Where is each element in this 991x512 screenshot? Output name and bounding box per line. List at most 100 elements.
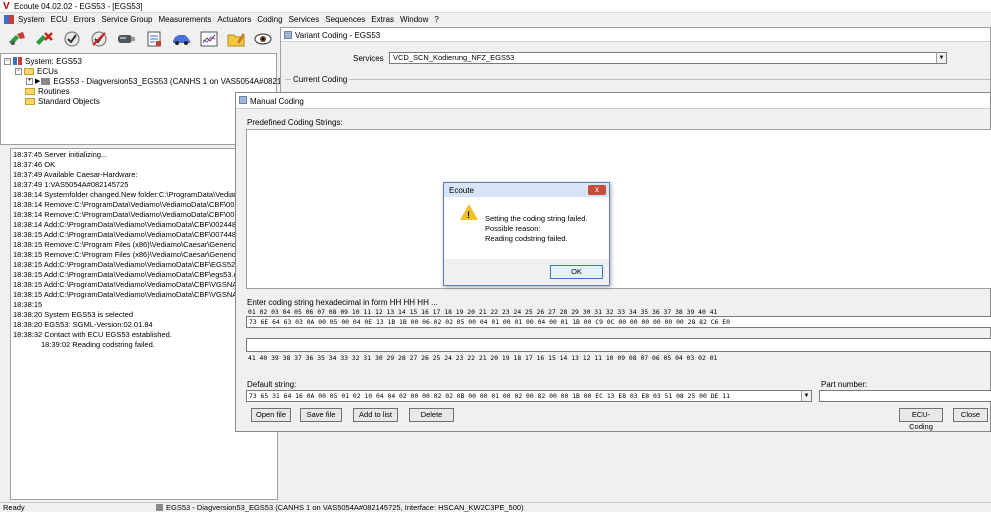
tree-item-routines[interactable]: Routines bbox=[25, 86, 70, 96]
predefined-coding-list[interactable] bbox=[246, 129, 991, 289]
part-number-label: Part number: bbox=[821, 380, 868, 389]
folder-icon bbox=[24, 67, 34, 75]
eye-icon[interactable] bbox=[253, 28, 274, 50]
manual-coding-title: Manual Coding bbox=[250, 97, 304, 106]
services-select[interactable]: VCD_SCN_Kodierung_NFZ_EGS53 ▼ bbox=[389, 52, 947, 64]
ecu-play-icon: ▶ bbox=[35, 78, 41, 85]
menu-extras[interactable]: Extras bbox=[371, 15, 394, 24]
no-check-icon[interactable] bbox=[88, 28, 109, 50]
log-line: 18:38:15 bbox=[13, 300, 43, 309]
delete-button[interactable]: Delete bbox=[409, 408, 454, 422]
coding-index-row: 01 02 03 04 05 06 07 08 09 10 11 12 13 1… bbox=[248, 308, 718, 316]
ecu-status-icon bbox=[156, 504, 163, 511]
log-line: 18:39:02 Reading codstring failed. bbox=[41, 340, 155, 349]
ecu-icon bbox=[41, 77, 51, 85]
add-to-list-button[interactable]: Add to list bbox=[353, 408, 398, 422]
tree-item-routines-label: Routines bbox=[38, 86, 70, 96]
folder-icon bbox=[25, 87, 35, 95]
menu-sequences[interactable]: Sequences bbox=[325, 15, 365, 24]
tree-item-ecus-label: ECUs bbox=[37, 66, 58, 76]
chart-icon[interactable] bbox=[198, 28, 219, 50]
ecu-coding-button[interactable]: ECU-Coding bbox=[899, 408, 943, 431]
expand-icon[interactable]: + bbox=[26, 77, 33, 85]
system-menu-icon[interactable] bbox=[4, 14, 14, 24]
dialog-message-line3: Reading codstring failed. bbox=[485, 234, 568, 243]
current-coding-label: Current Coding bbox=[291, 75, 350, 84]
menu-bar: System ECU Errors Service Group Measurem… bbox=[0, 13, 991, 25]
toolbar bbox=[0, 25, 280, 53]
log-line: 18:38:14 Remove:C:\ProgramData\Vediamo\V… bbox=[13, 200, 247, 209]
car-icon[interactable] bbox=[170, 28, 191, 50]
tree-item-objects-label: Standard Objects bbox=[38, 96, 100, 106]
default-string-value: 73 65 31 64 16 0A 00 05 01 02 10 04 04 0… bbox=[249, 392, 730, 400]
warning-icon-mark: ! bbox=[467, 210, 470, 220]
dialog-close-button[interactable]: x bbox=[588, 185, 606, 195]
status-connection-info: EGS53 - Diagversion53_EGS53 (CANHS 1 on … bbox=[166, 503, 524, 512]
collapse-icon[interactable]: − bbox=[15, 67, 22, 75]
log-line: 18:38:14 Systemfolder changed.New folder… bbox=[13, 190, 245, 199]
title-bar: V Ecoute 04.02.02 - EGS53 - [EGS53] bbox=[0, 0, 991, 13]
coding-string-input[interactable]: 73 6E 64 63 03 0A 00 05 00 04 0E 13 1B 1… bbox=[246, 316, 991, 328]
menu-measurements[interactable]: Measurements bbox=[158, 15, 211, 24]
status-ready: Ready bbox=[3, 503, 25, 512]
menu-service-group[interactable]: Service Group bbox=[101, 15, 152, 24]
coding-string-secondary-input[interactable] bbox=[246, 338, 991, 352]
log-line: 18:38:15 Remove:C:\Program Files (x86)\V… bbox=[13, 250, 248, 259]
log-line: 18:38:15 Add:C:\ProgramData\Vediamo\Vedi… bbox=[13, 260, 248, 269]
manual-coding-window: Manual Coding Predefined Coding Strings:… bbox=[235, 92, 991, 432]
tree-item-system[interactable]: − System: EGS53 bbox=[4, 56, 82, 66]
services-label: Services bbox=[353, 54, 384, 63]
menu-ecu[interactable]: ECU bbox=[51, 15, 68, 24]
connect-icon[interactable] bbox=[6, 28, 27, 50]
part-number-input[interactable] bbox=[819, 390, 991, 402]
tree-item-standard-objects[interactable]: Standard Objects bbox=[25, 96, 100, 106]
services-value: VCD_SCN_Kodierung_NFZ_EGS53 bbox=[393, 53, 515, 62]
log-line: 18:38:32 Contact with ECU EGS53 establis… bbox=[13, 330, 172, 339]
default-string-select[interactable]: 73 65 31 64 16 0A 00 05 01 02 10 04 04 0… bbox=[246, 390, 812, 402]
menu-system[interactable]: System bbox=[18, 15, 45, 24]
window-icon bbox=[239, 96, 247, 104]
tree-item-ecus[interactable]: − ECUs bbox=[15, 66, 58, 76]
menu-services[interactable]: Services bbox=[289, 15, 320, 24]
log-line: 18:38:15 Add:C:\ProgramData\Vediamo\Vedi… bbox=[13, 270, 244, 279]
menu-errors[interactable]: Errors bbox=[74, 15, 96, 24]
menu-help[interactable]: ? bbox=[434, 15, 438, 24]
usb-device-icon[interactable] bbox=[116, 28, 137, 50]
window-icon bbox=[284, 31, 292, 39]
folder-edit-icon[interactable] bbox=[225, 28, 246, 50]
menu-actuators[interactable]: Actuators bbox=[217, 15, 251, 24]
variant-coding-titlebar[interactable]: Variant Coding - EGS53 bbox=[281, 28, 990, 42]
save-file-button[interactable]: Save file bbox=[300, 408, 342, 422]
open-file-button[interactable]: Open file bbox=[251, 408, 291, 422]
predefined-label: Predefined Coding Strings: bbox=[247, 118, 343, 127]
enter-coding-label: Enter coding string hexadecimal in form … bbox=[247, 298, 438, 307]
status-bar: Ready EGS53 - Diagversion53_EGS53 (CANHS… bbox=[0, 502, 991, 512]
log-line: 18:37:49 Available Caesar-Hardware: bbox=[13, 170, 138, 179]
log-line: 18:38:15 Remove:C:\Program Files (x86)\V… bbox=[13, 240, 248, 249]
tree-item-ecu[interactable]: + ▶ EGS53 - Diagversion53_EGS53 (CANHS 1… bbox=[26, 76, 306, 86]
report-icon[interactable] bbox=[143, 28, 164, 50]
ok-button[interactable]: OK bbox=[550, 265, 603, 279]
log-line: 18:38:14 Add:C:\ProgramData\Vediamo\Vedi… bbox=[13, 220, 245, 229]
disconnect-icon[interactable] bbox=[33, 28, 54, 50]
log-line: 18:38:20 System EGS53 is selected bbox=[13, 310, 134, 319]
tree-item-ecu-label: EGS53 - Diagversion53_EGS53 (CANHS 1 on … bbox=[53, 76, 306, 86]
current-coding-divider bbox=[285, 79, 990, 80]
default-string-label: Default string: bbox=[247, 380, 297, 389]
error-dialog: Ecoute x ! Setting the coding string fai… bbox=[443, 182, 610, 286]
log-line: 18:37:46 OK bbox=[13, 160, 56, 169]
collapse-icon[interactable]: − bbox=[4, 57, 11, 65]
dialog-titlebar[interactable]: Ecoute x bbox=[444, 183, 609, 197]
log-line: 18:38:14 Remove:C:\ProgramData\Vediamo\V… bbox=[13, 210, 247, 219]
tree-item-system-label: System: EGS53 bbox=[25, 56, 82, 66]
close-button[interactable]: Close bbox=[953, 408, 988, 422]
log-line: 18:38:15 Add:C:\ProgramData\Vediamo\Vedi… bbox=[13, 290, 248, 299]
check-icon[interactable] bbox=[61, 28, 82, 50]
chevron-down-icon[interactable]: ▼ bbox=[936, 53, 946, 63]
dialog-title: Ecoute bbox=[449, 186, 474, 195]
app-logo-icon: V bbox=[3, 1, 10, 12]
chevron-down-icon[interactable]: ▼ bbox=[801, 391, 811, 401]
menu-window[interactable]: Window bbox=[400, 15, 428, 24]
manual-coding-titlebar[interactable]: Manual Coding bbox=[236, 93, 990, 109]
menu-coding[interactable]: Coding bbox=[257, 15, 282, 24]
